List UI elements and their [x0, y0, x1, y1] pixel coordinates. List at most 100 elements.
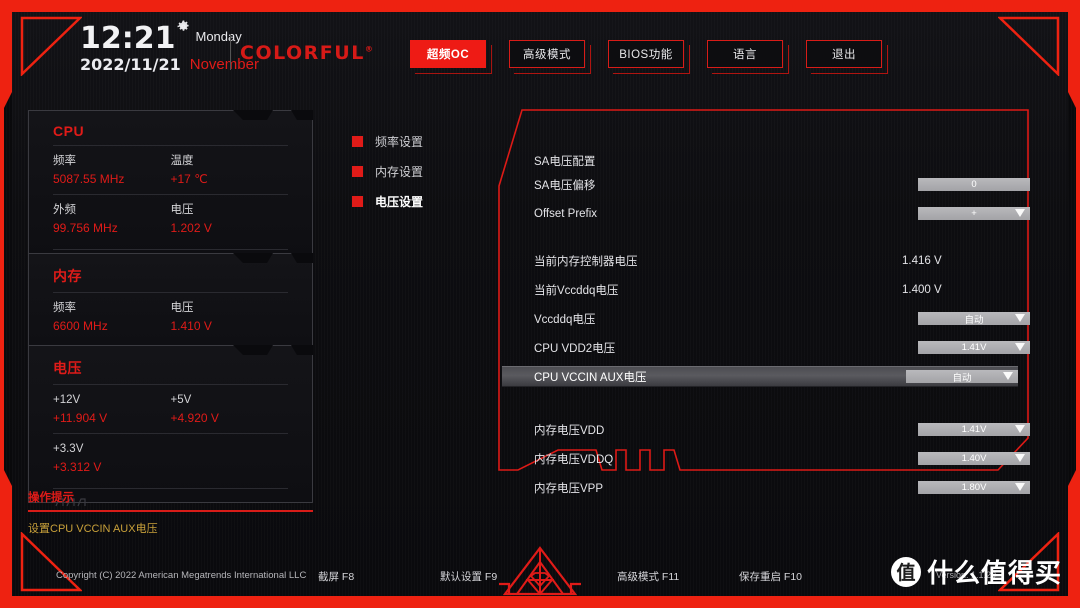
- setting-label: Vccddq电压: [534, 313, 596, 326]
- section-menu-item-frequency-label: 频率设置: [375, 134, 424, 149]
- setting-row-sa-offset[interactable]: SA电压偏移 0: [512, 174, 1030, 195]
- info-cell: 频率 6600 MHz: [53, 300, 171, 336]
- setting-dropdown-mem-voltage-vddq[interactable]: 1.40V: [918, 452, 1030, 465]
- help-tips-text: 设置CPU VCCIN AUX电压: [28, 522, 158, 535]
- setting-row-cpu-vdd2-voltage[interactable]: CPU VDD2电压 1.41V: [512, 337, 1030, 358]
- info-label: 温度: [170, 155, 194, 167]
- nav-tab-bios-label: BIOS功能: [619, 49, 673, 61]
- chevron-down-icon: [1015, 314, 1025, 322]
- setting-label: 当前Vccddq电压: [534, 284, 619, 297]
- info-label: 外频: [53, 204, 76, 216]
- setting-value: 自动: [964, 314, 984, 326]
- version-text: Version: 1.1.20: [935, 570, 996, 580]
- frame-right: [1068, 0, 1080, 608]
- footer-key-defaults[interactable]: 默认设置 F9: [440, 569, 497, 584]
- setting-row-cpu-vccin-aux-voltage[interactable]: CPU VCCIN AUX电压 自动: [502, 366, 1018, 387]
- info-value: 5087.55 MHz: [53, 172, 125, 186]
- info-value: 1.202 V: [170, 221, 212, 235]
- setting-static-value: 1.416 V: [902, 254, 942, 267]
- setting-label: SA电压偏移: [534, 179, 596, 192]
- bullet-square-icon: [352, 195, 363, 207]
- nav-tab-bios[interactable]: BIOS功能: [608, 40, 690, 74]
- clock-time: 12:21: [80, 21, 176, 56]
- setting-value: 1.41V: [961, 424, 987, 435]
- info-card-cpu: CPU 频率 5087.55 MHz 温度 +17 ℃ 外频 99.756 MH…: [28, 110, 313, 268]
- info-cell: 电压 1.202 V: [171, 202, 289, 238]
- info-value: 99.756 MHz: [53, 221, 118, 235]
- setting-row-current-vccddq-voltage: 当前Vccddq电压 1.400 V: [512, 279, 1030, 300]
- info-cell: 温度 +17 ℃: [171, 153, 289, 189]
- info-value: +4.920 V: [170, 411, 219, 425]
- nav-tab-advanced-label: 高级模式: [523, 49, 571, 61]
- setting-value: 自动: [952, 372, 972, 384]
- info-card-memory-title: 内存: [53, 268, 82, 284]
- setting-row-mem-voltage-vddq[interactable]: 内存电压VDDQ 1.40V: [512, 448, 1030, 469]
- header-divider: [230, 34, 231, 70]
- help-tips-divider: [28, 510, 313, 512]
- setting-row-vccddq-voltage[interactable]: Vccddq电压 自动: [512, 308, 1030, 329]
- setting-label: 内存电压VPP: [534, 482, 604, 495]
- setting-row-mem-voltage-vpp[interactable]: 内存电压VPP 1.80V: [512, 477, 1030, 498]
- info-label: 电压: [170, 204, 194, 216]
- info-value: 1.410 V: [170, 319, 212, 333]
- gear-icon: [177, 20, 189, 31]
- info-label: 频率: [53, 155, 76, 167]
- info-cell: 外频 99.756 MHz: [53, 202, 171, 238]
- bullet-square-icon: [352, 165, 363, 177]
- nav-tab-language[interactable]: 语言: [707, 40, 789, 74]
- setting-dropdown-cpu-vccin-aux-voltage[interactable]: 自动: [906, 370, 1018, 384]
- clock-date: 2022/11/21: [80, 55, 181, 74]
- info-cell: +3.3V +3.312 V: [53, 441, 171, 477]
- setting-dropdown-mem-voltage-vpp[interactable]: 1.80V: [918, 481, 1030, 494]
- nav-tab-exit-label: 退出: [832, 49, 856, 61]
- info-label: +5V: [170, 394, 192, 406]
- info-card-cpu-title: CPU: [53, 123, 85, 139]
- info-row: 频率 6600 MHz 电压 1.410 V: [53, 292, 288, 341]
- section-menu: 频率设置 内存设置 电压设置: [352, 126, 492, 216]
- setting-row-mem-voltage-vdd[interactable]: 内存电压VDD 1.41V: [512, 419, 1030, 440]
- section-menu-item-frequency[interactable]: 频率设置: [352, 126, 492, 156]
- setting-label: 内存电压VDDQ: [534, 453, 614, 466]
- setting-input-sa-offset[interactable]: 0: [918, 178, 1030, 191]
- footer-key-screenshot[interactable]: 截屏 F8: [318, 569, 354, 584]
- setting-row-offset-prefix[interactable]: Offset Prefix +: [512, 203, 1030, 224]
- nav-tab-exit[interactable]: 退出: [806, 40, 888, 74]
- chevron-down-icon: [1015, 343, 1025, 351]
- info-value: +11.904 V: [53, 411, 108, 425]
- setting-dropdown-cpu-vdd2-voltage[interactable]: 1.41V: [918, 341, 1030, 354]
- chevron-down-icon: [1015, 454, 1025, 462]
- footer-key-advanced-mode[interactable]: 高级模式 F11: [617, 569, 679, 584]
- info-row: +12V +11.904 V +5V +4.920 V: [53, 384, 288, 433]
- section-menu-item-memory-label: 内存设置: [375, 164, 424, 179]
- frame-top: [0, 0, 1080, 12]
- setting-dropdown-vccddq-voltage[interactable]: 自动: [918, 312, 1030, 326]
- footer-key-save-reboot[interactable]: 保存重启 F10: [739, 569, 802, 584]
- chevron-down-icon: [1003, 372, 1013, 380]
- setting-label: Offset Prefix: [534, 207, 598, 220]
- info-row: +3.3V +3.312 V: [53, 433, 288, 482]
- section-menu-item-memory[interactable]: 内存设置: [352, 156, 492, 186]
- info-label: 频率: [53, 302, 76, 314]
- setting-static-value: 1.400 V: [902, 283, 942, 296]
- setting-value: 1.80V: [961, 482, 987, 493]
- setting-label: CPU VDD2电压: [534, 342, 616, 355]
- setting-value: +: [971, 208, 977, 219]
- setting-row-current-mem-controller-voltage: 当前内存控制器电压 1.416 V: [512, 250, 1030, 271]
- setting-dropdown-mem-voltage-vdd[interactable]: 1.41V: [918, 423, 1030, 436]
- setting-dropdown-offset-prefix[interactable]: +: [918, 207, 1030, 220]
- nav-tab-oc[interactable]: 超频OC: [410, 40, 492, 74]
- info-value: +17 ℃: [170, 172, 208, 186]
- nav-tab-advanced[interactable]: 高级模式: [509, 40, 591, 74]
- section-menu-item-voltage[interactable]: 电压设置: [352, 186, 492, 216]
